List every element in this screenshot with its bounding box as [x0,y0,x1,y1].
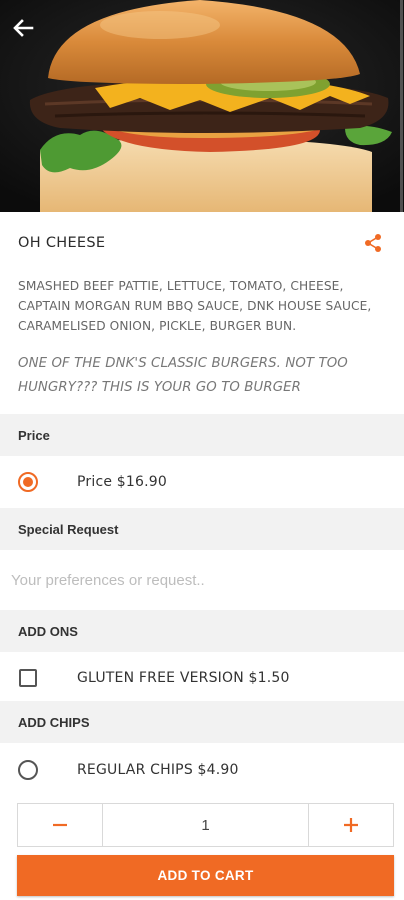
product-title: OH CHEESE [18,235,106,251]
special-request-header: Special Request [0,508,404,550]
add-on-option-row[interactable]: GLUTEN FREE VERSION $1.50 [0,652,404,704]
decrease-quantity-button[interactable] [18,804,102,846]
title-row: OH CHEESE [18,232,384,254]
radio-unselected-icon [18,760,38,780]
quantity-value: 1 [102,804,309,846]
price-option-label: Price $16.90 [77,474,167,490]
special-request-input[interactable] [0,551,404,609]
gluten-free-checkbox[interactable] [17,667,39,689]
price-radio[interactable] [17,471,39,493]
quantity-stepper: 1 [17,803,394,847]
share-button[interactable] [362,232,384,254]
chips-option-row[interactable]: REGULAR CHIPS $4.90 [0,744,404,796]
chips-option-label: REGULAR CHIPS $4.90 [77,762,239,778]
plus-icon [344,818,358,832]
product-image [0,0,404,212]
back-button[interactable] [12,18,40,46]
scrollbar[interactable] [400,0,403,212]
add-to-cart-button[interactable]: ADD TO CART [17,855,394,896]
add-on-option-label: GLUTEN FREE VERSION $1.50 [77,670,290,686]
share-icon [365,234,381,252]
add-chips-header: ADD CHIPS [0,701,404,743]
product-description: SMASHED BEEF PATTIE, LETTUCE, TOMATO, CH… [18,279,372,333]
burger-illustration [0,0,404,212]
radio-selected-icon [18,472,38,492]
arrow-left-icon [13,19,34,37]
checkbox-icon [19,669,37,687]
minus-icon [53,823,67,827]
price-section-header: Price [0,414,404,456]
regular-chips-radio[interactable] [17,759,39,781]
increase-quantity-button[interactable] [309,804,393,846]
product-tagline: ONE OF THE DNK'S CLASSIC BURGERS. NOT TO… [18,356,348,395]
add-ons-header: ADD ONS [0,610,404,652]
price-option-row[interactable]: Price $16.90 [0,456,404,508]
